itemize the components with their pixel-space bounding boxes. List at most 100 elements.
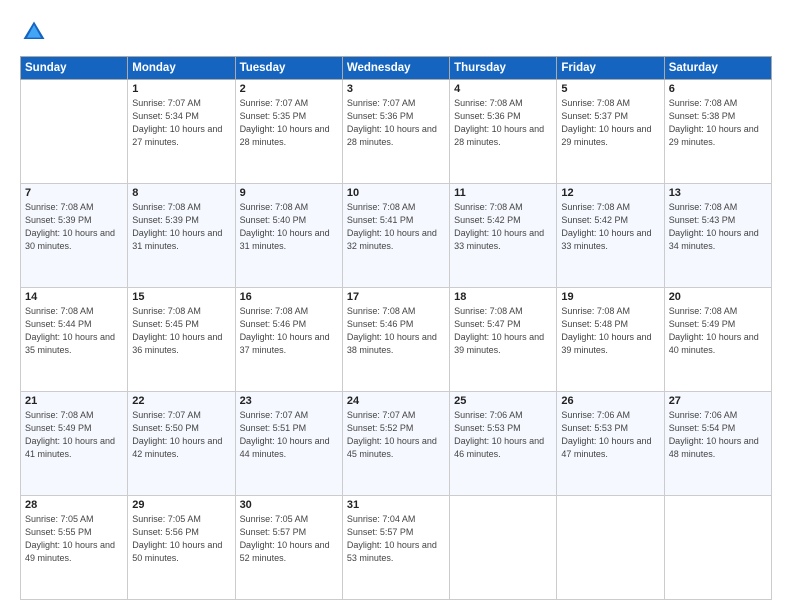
calendar-cell: 16 Sunrise: 7:08 AMSunset: 5:46 PMDayligh… — [235, 288, 342, 392]
day-info: Sunrise: 7:08 AMSunset: 5:36 PMDaylight:… — [454, 97, 552, 149]
day-info: Sunrise: 7:07 AMSunset: 5:35 PMDaylight:… — [240, 97, 338, 149]
calendar-week-row: 28Sunrise: 7:05 AMSunset: 5:55 PMDayligh… — [21, 496, 772, 600]
day-number: 16 — [240, 291, 338, 303]
calendar-cell: 15 Sunrise: 7:08 AMSunset: 5:45 PMDayligh… — [128, 288, 235, 392]
day-number: 7 — [25, 187, 123, 199]
day-info: Sunrise: 7:08 AMSunset: 5:49 PMDaylight:… — [25, 409, 123, 461]
calendar-cell: 3 Sunrise: 7:07 AMSunset: 5:36 PMDaylight… — [342, 80, 449, 184]
day-number: 30 — [240, 499, 338, 511]
day-number: 5 — [561, 83, 659, 95]
day-info: Sunrise: 7:08 AMSunset: 5:45 PMDaylight:… — [132, 305, 230, 357]
day-number: 24 — [347, 395, 445, 407]
day-number: 19 — [561, 291, 659, 303]
day-info: Sunrise: 7:07 AMSunset: 5:34 PMDaylight:… — [132, 97, 230, 149]
day-info: Sunrise: 7:05 AMSunset: 5:56 PMDaylight:… — [132, 513, 230, 565]
logo-icon — [20, 18, 48, 46]
calendar-cell: 22 Sunrise: 7:07 AMSunset: 5:50 PMDayligh… — [128, 392, 235, 496]
day-number: 20 — [669, 291, 767, 303]
day-info: Sunrise: 7:08 AMSunset: 5:42 PMDaylight:… — [454, 201, 552, 253]
day-info: Sunrise: 7:07 AMSunset: 5:50 PMDaylight:… — [132, 409, 230, 461]
calendar-cell: 4 Sunrise: 7:08 AMSunset: 5:36 PMDaylight… — [450, 80, 557, 184]
calendar-table: SundayMondayTuesdayWednesdayThursdayFrid… — [20, 56, 772, 600]
calendar-cell: 2 Sunrise: 7:07 AMSunset: 5:35 PMDaylight… — [235, 80, 342, 184]
calendar-cell: 12 Sunrise: 7:08 AMSunset: 5:42 PMDayligh… — [557, 184, 664, 288]
calendar-cell — [664, 496, 771, 600]
calendar-cell: 25 Sunrise: 7:06 AMSunset: 5:53 PMDayligh… — [450, 392, 557, 496]
day-info: Sunrise: 7:08 AMSunset: 5:38 PMDaylight:… — [669, 97, 767, 149]
day-info: Sunrise: 7:08 AMSunset: 5:39 PMDaylight:… — [25, 201, 123, 253]
calendar-cell: 18 Sunrise: 7:08 AMSunset: 5:47 PMDayligh… — [450, 288, 557, 392]
col-header-saturday: Saturday — [664, 57, 771, 80]
day-number: 9 — [240, 187, 338, 199]
calendar-week-row: 21 Sunrise: 7:08 AMSunset: 5:49 PMDayligh… — [21, 392, 772, 496]
calendar-week-row: 7 Sunrise: 7:08 AMSunset: 5:39 PMDaylight… — [21, 184, 772, 288]
day-number: 3 — [347, 83, 445, 95]
day-number: 8 — [132, 187, 230, 199]
calendar-cell: 7 Sunrise: 7:08 AMSunset: 5:39 PMDaylight… — [21, 184, 128, 288]
day-number: 15 — [132, 291, 230, 303]
calendar-cell: 20 Sunrise: 7:08 AMSunset: 5:49 PMDayligh… — [664, 288, 771, 392]
day-number: 25 — [454, 395, 552, 407]
calendar-cell — [21, 80, 128, 184]
calendar-header-row: SundayMondayTuesdayWednesdayThursdayFrid… — [21, 57, 772, 80]
day-info: Sunrise: 7:07 AMSunset: 5:51 PMDaylight:… — [240, 409, 338, 461]
day-number: 14 — [25, 291, 123, 303]
day-info: Sunrise: 7:07 AMSunset: 5:36 PMDaylight:… — [347, 97, 445, 149]
day-info: Sunrise: 7:08 AMSunset: 5:40 PMDaylight:… — [240, 201, 338, 253]
calendar-cell: 24 Sunrise: 7:07 AMSunset: 5:52 PMDayligh… — [342, 392, 449, 496]
col-header-friday: Friday — [557, 57, 664, 80]
day-info: Sunrise: 7:08 AMSunset: 5:37 PMDaylight:… — [561, 97, 659, 149]
calendar-cell: 29 Sunrise: 7:05 AMSunset: 5:56 PMDayligh… — [128, 496, 235, 600]
day-info: Sunrise: 7:08 AMSunset: 5:46 PMDaylight:… — [347, 305, 445, 357]
day-info: Sunrise: 7:05 AMSunset: 5:55 PMDaylight:… — [25, 513, 123, 565]
calendar-cell — [450, 496, 557, 600]
calendar-week-row: 14 Sunrise: 7:08 AMSunset: 5:44 PMDayligh… — [21, 288, 772, 392]
calendar-week-row: 1Sunrise: 7:07 AMSunset: 5:34 PMDaylight… — [21, 80, 772, 184]
col-header-thursday: Thursday — [450, 57, 557, 80]
day-number: 10 — [347, 187, 445, 199]
day-number: 13 — [669, 187, 767, 199]
day-info: Sunrise: 7:08 AMSunset: 5:46 PMDaylight:… — [240, 305, 338, 357]
col-header-tuesday: Tuesday — [235, 57, 342, 80]
day-info: Sunrise: 7:08 AMSunset: 5:44 PMDaylight:… — [25, 305, 123, 357]
header — [20, 18, 772, 46]
calendar-cell: 21 Sunrise: 7:08 AMSunset: 5:49 PMDayligh… — [21, 392, 128, 496]
day-info: Sunrise: 7:04 AMSunset: 5:57 PMDaylight:… — [347, 513, 445, 565]
calendar-cell: 5 Sunrise: 7:08 AMSunset: 5:37 PMDaylight… — [557, 80, 664, 184]
calendar-cell — [557, 496, 664, 600]
day-info: Sunrise: 7:08 AMSunset: 5:42 PMDaylight:… — [561, 201, 659, 253]
col-header-monday: Monday — [128, 57, 235, 80]
day-number: 18 — [454, 291, 552, 303]
day-number: 2 — [240, 83, 338, 95]
day-number: 12 — [561, 187, 659, 199]
calendar-cell: 10 Sunrise: 7:08 AMSunset: 5:41 PMDayligh… — [342, 184, 449, 288]
day-info: Sunrise: 7:06 AMSunset: 5:53 PMDaylight:… — [454, 409, 552, 461]
calendar-cell: 26 Sunrise: 7:06 AMSunset: 5:53 PMDayligh… — [557, 392, 664, 496]
calendar-cell: 11 Sunrise: 7:08 AMSunset: 5:42 PMDayligh… — [450, 184, 557, 288]
day-number: 4 — [454, 83, 552, 95]
day-info: Sunrise: 7:06 AMSunset: 5:53 PMDaylight:… — [561, 409, 659, 461]
day-info: Sunrise: 7:08 AMSunset: 5:41 PMDaylight:… — [347, 201, 445, 253]
day-info: Sunrise: 7:07 AMSunset: 5:52 PMDaylight:… — [347, 409, 445, 461]
calendar-cell: 19Sunrise: 7:08 AMSunset: 5:48 PMDayligh… — [557, 288, 664, 392]
day-number: 23 — [240, 395, 338, 407]
day-number: 29 — [132, 499, 230, 511]
day-number: 11 — [454, 187, 552, 199]
calendar-cell: 8Sunrise: 7:08 AMSunset: 5:39 PMDaylight… — [128, 184, 235, 288]
page: SundayMondayTuesdayWednesdayThursdayFrid… — [0, 0, 792, 612]
calendar-cell: 23 Sunrise: 7:07 AMSunset: 5:51 PMDayligh… — [235, 392, 342, 496]
day-number: 21 — [25, 395, 123, 407]
calendar-cell: 30 Sunrise: 7:05 AMSunset: 5:57 PMDayligh… — [235, 496, 342, 600]
logo — [20, 18, 52, 46]
day-number: 26 — [561, 395, 659, 407]
day-info: Sunrise: 7:05 AMSunset: 5:57 PMDaylight:… — [240, 513, 338, 565]
calendar-cell: 17Sunrise: 7:08 AMSunset: 5:46 PMDayligh… — [342, 288, 449, 392]
day-number: 22 — [132, 395, 230, 407]
day-info: Sunrise: 7:06 AMSunset: 5:54 PMDaylight:… — [669, 409, 767, 461]
calendar-cell: 6Sunrise: 7:08 AMSunset: 5:38 PMDaylight… — [664, 80, 771, 184]
day-info: Sunrise: 7:08 AMSunset: 5:47 PMDaylight:… — [454, 305, 552, 357]
calendar-cell: 28Sunrise: 7:05 AMSunset: 5:55 PMDayligh… — [21, 496, 128, 600]
day-number: 27 — [669, 395, 767, 407]
day-info: Sunrise: 7:08 AMSunset: 5:49 PMDaylight:… — [669, 305, 767, 357]
day-number: 31 — [347, 499, 445, 511]
